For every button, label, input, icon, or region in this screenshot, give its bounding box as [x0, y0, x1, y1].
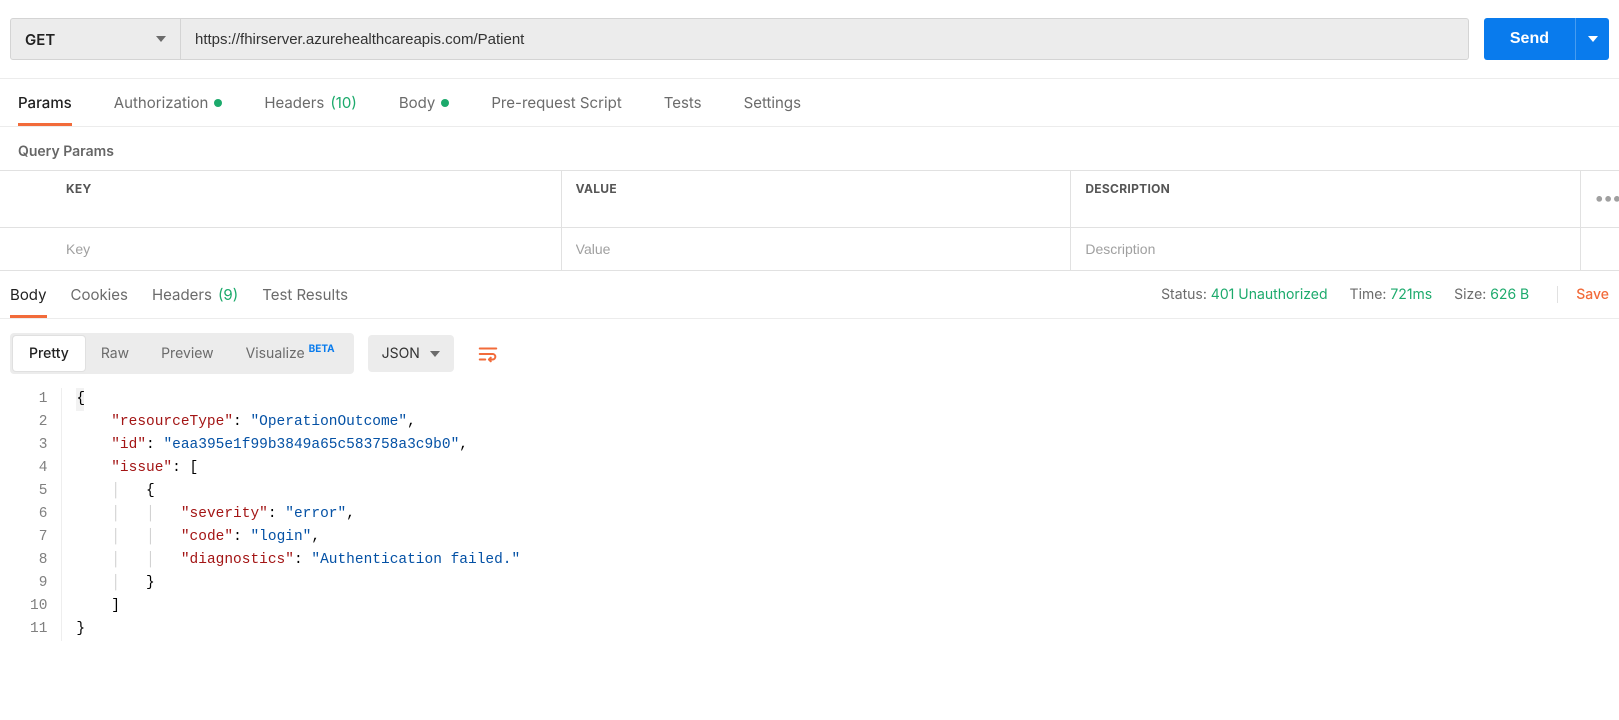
send-button[interactable]: Send [1484, 18, 1575, 60]
send-dropdown-button[interactable] [1575, 18, 1609, 60]
chevron-down-icon [156, 36, 166, 42]
request-bar: GET Send [0, 0, 1619, 79]
resp-tab-cookies[interactable]: Cookies [71, 271, 128, 318]
time-label: Time: 721ms [1350, 286, 1433, 303]
query-params-table: KEY VALUE DESCRIPTION ••• [0, 170, 1619, 271]
response-meta: Status: 401 Unauthorized Time: 721ms Siz… [1161, 286, 1609, 303]
resp-tab-headers[interactable]: Headers(9) [152, 271, 238, 318]
tab-params[interactable]: Params [18, 79, 72, 126]
tab-settings[interactable]: Settings [744, 79, 801, 126]
col-description: DESCRIPTION [1071, 171, 1581, 227]
tab-body[interactable]: Body [399, 79, 450, 126]
beta-badge: BETA [309, 343, 335, 355]
wrap-icon [477, 343, 499, 365]
line-number-gutter: 1234567891011 [0, 388, 62, 641]
status-dot-icon [214, 99, 222, 107]
response-body-code: { "resourceType": "OperationOutcome", "i… [62, 388, 520, 641]
request-url-input[interactable] [181, 19, 1468, 59]
response-tabs: Body Cookies Headers(9) Test Results [10, 271, 348, 318]
tab-authorization[interactable]: Authorization [114, 79, 223, 126]
status-value: 401 Unauthorized [1211, 286, 1328, 303]
param-description-input[interactable] [1071, 228, 1580, 270]
param-key-input[interactable] [52, 228, 561, 270]
method-url-group: GET [10, 18, 1469, 60]
tab-pre-request-script[interactable]: Pre-request Script [491, 79, 621, 126]
resp-tab-test-results[interactable]: Test Results [262, 271, 348, 318]
chevron-down-icon [430, 351, 440, 357]
resp-tab-body[interactable]: Body [10, 271, 47, 318]
chevron-down-icon [1588, 36, 1598, 42]
col-value: VALUE [562, 171, 1072, 227]
response-format-select[interactable]: JSON [368, 335, 454, 372]
view-pretty[interactable]: Pretty [13, 336, 85, 371]
view-visualize[interactable]: Visualize BETA [230, 336, 351, 371]
view-raw[interactable]: Raw [85, 336, 145, 371]
tab-headers[interactable]: Headers(10) [264, 79, 356, 126]
col-key: KEY [52, 171, 562, 227]
response-bar: Body Cookies Headers(9) Test Results Sta… [0, 271, 1619, 319]
wrap-lines-button[interactable] [468, 334, 508, 374]
view-preview[interactable]: Preview [145, 336, 230, 371]
query-params-title: Query Params [0, 127, 1619, 170]
status-dot-icon [441, 99, 449, 107]
params-header-row: KEY VALUE DESCRIPTION ••• [0, 171, 1619, 228]
response-body-viewer[interactable]: 1234567891011 { "resourceType": "Operati… [0, 388, 1619, 661]
params-row [0, 228, 1619, 271]
time-value: 721ms [1390, 286, 1432, 303]
size-label: Size: 626 B [1454, 286, 1529, 303]
request-tabs: Params Authorization Headers(10) Body Pr… [0, 79, 1619, 127]
status-label: Status: 401 Unauthorized [1161, 286, 1327, 303]
send-button-group: Send [1484, 18, 1609, 60]
save-response-button[interactable]: Save [1557, 286, 1609, 303]
size-value: 626 B [1490, 286, 1529, 303]
response-view-controls: Pretty Raw Preview Visualize BETA JSON [0, 319, 1619, 388]
more-options-icon[interactable]: ••• [1595, 188, 1619, 209]
view-mode-group: Pretty Raw Preview Visualize BETA [10, 333, 354, 374]
tab-tests[interactable]: Tests [664, 79, 702, 126]
http-method-select[interactable]: GET [11, 19, 181, 59]
http-method-label: GET [25, 30, 55, 49]
param-value-input[interactable] [562, 228, 1071, 270]
